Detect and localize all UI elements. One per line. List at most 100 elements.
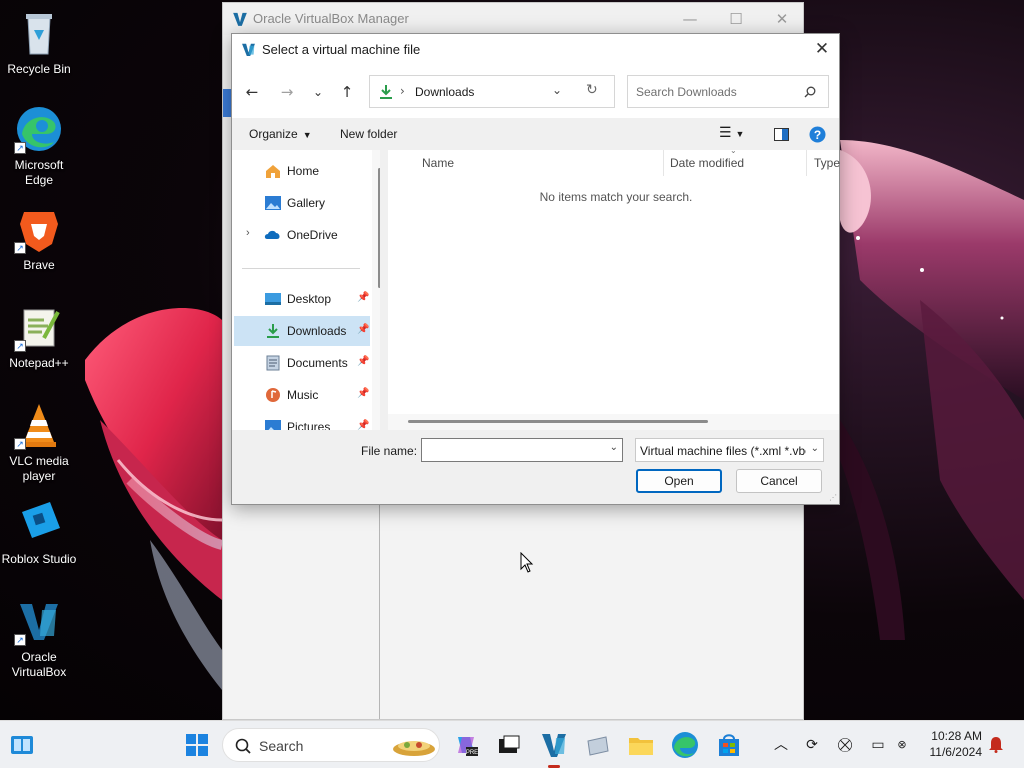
- search-box[interactable]: [627, 75, 829, 108]
- new-folder-button[interactable]: New folder: [340, 127, 397, 141]
- column-separator[interactable]: [663, 150, 664, 176]
- desktop-icon-microsoft-edge[interactable]: ↗ Microsoft Edge: [0, 104, 78, 188]
- monitor-icon[interactable]: ▭: [868, 735, 888, 755]
- nav-item-onedrive[interactable]: › OneDrive: [234, 220, 370, 250]
- select-vm-file-dialog[interactable]: Select a virtual machine file ✕ ← → ⌄ ↑ …: [231, 33, 840, 505]
- file-explorer-button[interactable]: [625, 729, 657, 761]
- help-icon[interactable]: ?: [809, 126, 826, 143]
- address-bar[interactable]: › Downloads ⌄ ↻: [369, 75, 615, 108]
- nav-item-home[interactable]: Home: [234, 156, 370, 186]
- address-dropdown-icon[interactable]: ⌄: [552, 83, 562, 97]
- resize-grip-icon[interactable]: ⋰: [829, 494, 837, 502]
- back-button[interactable]: ←: [240, 80, 264, 104]
- nav-item-label: Music: [287, 388, 319, 402]
- desktop-icon-label: Oracle VirtualBox: [11, 650, 67, 679]
- terminal-button[interactable]: [492, 729, 524, 761]
- shortcut-arrow-icon: ↗: [14, 438, 26, 450]
- horizontal-scroll-thumb[interactable]: [408, 420, 708, 423]
- file-type-selected-value: Virtual machine files (*.xml *.vbox): [640, 444, 806, 458]
- dialog-titlebar[interactable]: Select a virtual machine file ✕: [232, 34, 839, 64]
- file-name-field[interactable]: [426, 442, 596, 458]
- desktop-icon-roblox-studio[interactable]: Roblox Studio: [0, 498, 78, 567]
- desktop-icon-oracle-virtualbox[interactable]: ↗ Oracle VirtualBox: [0, 596, 78, 680]
- chevron-down-icon: ▼: [735, 129, 745, 139]
- empty-state-message: No items match your search.: [539, 190, 693, 204]
- desktop-icon-vlc[interactable]: ↗ VLC media player: [0, 400, 78, 484]
- manager-titlebar[interactable]: Oracle VirtualBox Manager — ☐ ✕: [223, 3, 803, 35]
- search-icon: [235, 738, 251, 754]
- desktop-icon-label: Roblox Studio: [1, 552, 77, 566]
- edge-icon: ↗: [14, 104, 64, 154]
- maximize-button[interactable]: ☐: [725, 9, 747, 29]
- up-button[interactable]: ↑: [335, 80, 359, 104]
- preview-pane-icon[interactable]: [774, 128, 789, 141]
- vm-button[interactable]: [582, 729, 614, 761]
- network-icon[interactable]: ⛒: [835, 735, 855, 755]
- svg-text:?: ?: [814, 128, 821, 142]
- minimize-button[interactable]: —: [679, 9, 701, 29]
- nav-item-desktop[interactable]: Desktop 📌: [234, 284, 370, 314]
- taskbar-search-box[interactable]: Search: [222, 728, 440, 762]
- nav-item-music[interactable]: Music 📌: [234, 380, 370, 410]
- desktop-icon-brave[interactable]: ↗ Brave: [0, 204, 78, 273]
- notification-bell-icon[interactable]: [988, 735, 1004, 753]
- desktop-icon-recycle-bin[interactable]: Recycle Bin: [0, 8, 78, 77]
- forward-button[interactable]: →: [275, 80, 299, 104]
- documents-icon: [266, 355, 280, 371]
- volume-muted-icon[interactable]: ⊗: [892, 735, 912, 755]
- virtualbox-icon: [542, 734, 566, 757]
- recent-locations-button[interactable]: ⌄: [306, 80, 330, 104]
- clock-date[interactable]: 11/6/2024: [918, 745, 983, 759]
- widgets-button[interactable]: [6, 729, 38, 761]
- clock-time[interactable]: 10:28 AM: [926, 729, 982, 743]
- nav-item-pictures[interactable]: Pictures 📌: [234, 412, 370, 430]
- desktop-icon-notepadpp[interactable]: ↗ Notepad++: [0, 302, 78, 371]
- copilot-button[interactable]: PRE: [450, 729, 482, 761]
- dialog-close-button[interactable]: ✕: [811, 38, 833, 60]
- shortcut-arrow-icon: ↗: [14, 142, 26, 154]
- store-icon: [719, 734, 739, 756]
- edge-taskbar-button[interactable]: [669, 729, 701, 761]
- virtualbox-taskbar-button[interactable]: [538, 729, 570, 761]
- file-name-combobox[interactable]: ⌄: [421, 438, 623, 462]
- desktop-icon-label: Brave: [23, 258, 55, 272]
- open-button[interactable]: Open: [636, 469, 722, 493]
- edge-icon: [672, 732, 698, 758]
- refresh-button[interactable]: ↻: [586, 82, 598, 98]
- search-input[interactable]: [636, 83, 796, 101]
- column-header-type[interactable]: Type: [814, 156, 840, 170]
- desktop-folder-icon: [265, 293, 281, 305]
- column-separator[interactable]: [806, 150, 807, 176]
- cancel-button[interactable]: Cancel: [736, 469, 822, 493]
- organize-button[interactable]: Organize ▼: [249, 127, 312, 141]
- column-header-date-modified[interactable]: Date modified: [670, 156, 744, 170]
- store-button[interactable]: [713, 729, 745, 761]
- nav-pane-scroll-thumb[interactable]: [378, 168, 380, 288]
- column-header-name[interactable]: Name: [422, 156, 454, 170]
- nav-item-label: Pictures: [287, 420, 331, 430]
- sync-icon[interactable]: ⟳: [802, 735, 822, 755]
- start-icon: [186, 734, 208, 756]
- dialog-footer: File name: ⌄ Virtual machine files (*.xm…: [232, 430, 839, 504]
- chevron-down-icon: ⌄: [810, 443, 819, 454]
- file-type-select[interactable]: Virtual machine files (*.xml *.vbox) ⌄: [635, 438, 824, 462]
- pin-icon: 📌: [357, 324, 370, 335]
- chevron-down-icon[interactable]: ⌄: [610, 442, 618, 453]
- pin-icon: 📌: [357, 292, 370, 303]
- nav-item-documents[interactable]: Documents 📌: [234, 348, 370, 378]
- start-button[interactable]: [181, 729, 213, 761]
- file-list-horizontal-scrollbar[interactable]: [388, 414, 839, 430]
- chevron-up-icon[interactable]: ︿: [771, 735, 791, 755]
- taskbar-search-placeholder: Search: [259, 738, 304, 754]
- view-options-button[interactable]: ☰ ▼: [719, 124, 744, 141]
- search-icon: [804, 86, 816, 98]
- nav-item-gallery[interactable]: Gallery: [234, 188, 370, 218]
- expand-chevron-icon[interactable]: ›: [246, 227, 250, 239]
- file-list[interactable]: ⌄ Name Date modified Type No items match…: [388, 146, 840, 414]
- home-icon: [266, 165, 280, 178]
- nav-item-downloads[interactable]: Downloads 📌: [234, 316, 370, 346]
- brave-icon: ↗: [14, 204, 64, 254]
- taskbar: Search PRE ︿ ⟳ ⛒ ▭ ⊗ 10:28 AM 11/6/2024: [0, 720, 1024, 768]
- close-button[interactable]: ✕: [771, 9, 793, 29]
- nav-item-label: Home: [287, 164, 320, 178]
